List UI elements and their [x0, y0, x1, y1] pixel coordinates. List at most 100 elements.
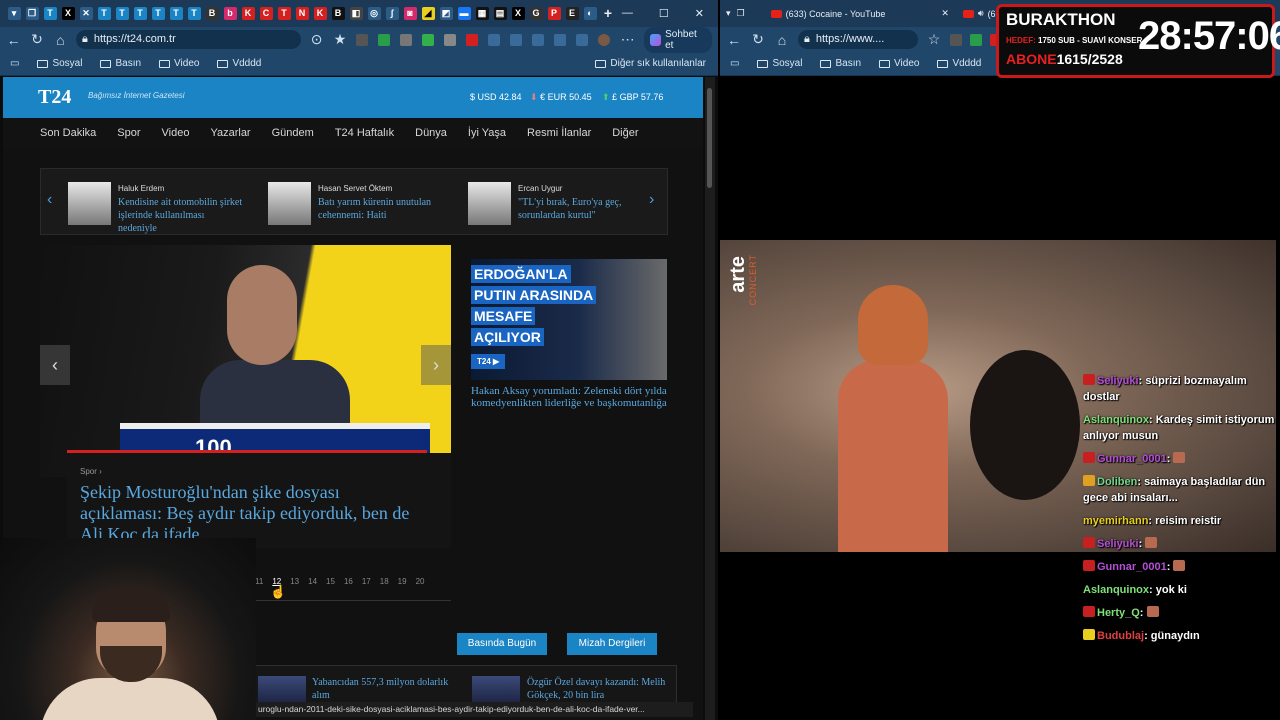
- tab-t24-3[interactable]: T: [115, 7, 129, 20]
- hero-image[interactable]: 100 ‹ ›: [40, 245, 451, 477]
- profile-avatar[interactable]: [597, 33, 610, 46]
- chevron-right-icon[interactable]: ›: [649, 191, 654, 209]
- tab-misc-9[interactable]: ◐: [583, 7, 597, 20]
- news-thumbnail[interactable]: [472, 676, 520, 704]
- extension-icon-5[interactable]: [443, 33, 456, 46]
- nav-item[interactable]: Gündem: [272, 127, 314, 139]
- tab-t24-2[interactable]: T: [97, 7, 111, 20]
- copilot-chat-button[interactable]: Sohbet et: [643, 26, 712, 53]
- nav-item[interactable]: Diğer: [612, 127, 638, 139]
- tab-instagram[interactable]: ◙: [403, 7, 417, 20]
- chevron-left-icon[interactable]: ‹: [47, 191, 52, 209]
- extension-icon-6[interactable]: [465, 33, 478, 46]
- tab-youtube[interactable]: (633) Cocaine - YouTube: [770, 9, 885, 19]
- more-menu-icon[interactable]: ⋯: [620, 31, 636, 48]
- tab-e[interactable]: E: [565, 7, 579, 20]
- news-title[interactable]: Özgür Özel davayı kazandı: Melih Gökçek,…: [527, 676, 677, 702]
- back-icon[interactable]: ←: [726, 32, 742, 48]
- bookmark-folder-sosyal[interactable]: Sosyal: [37, 58, 82, 69]
- nav-item[interactable]: İyi Yaşa: [468, 127, 506, 139]
- bookmark-folder-other[interactable]: Diğer sık kullanılanlar: [595, 58, 706, 69]
- tab-x2[interactable]: X: [511, 7, 525, 20]
- play-badge[interactable]: T24 ▶: [471, 354, 506, 369]
- nav-item[interactable]: Video: [162, 127, 190, 139]
- split-screen-icon[interactable]: [509, 33, 522, 46]
- favorites-icon[interactable]: [531, 33, 544, 46]
- extension-icon-4[interactable]: [421, 33, 434, 46]
- nav-item[interactable]: Resmi İlanlar: [527, 127, 591, 139]
- pager-item[interactable]: 15: [326, 577, 335, 586]
- scrollbar-thumb[interactable]: [707, 88, 712, 188]
- nav-item[interactable]: T24 Haftalık: [335, 127, 394, 139]
- pager-item[interactable]: 19: [398, 577, 407, 586]
- workspaces-icon[interactable]: ❐: [737, 8, 745, 19]
- tab-k2[interactable]: K: [313, 7, 327, 20]
- pager-item[interactable]: 20: [416, 577, 425, 586]
- bookmark-toggle-icon[interactable]: ▭: [10, 58, 19, 69]
- refresh-icon[interactable]: ↻: [29, 31, 44, 48]
- basinda-bugun-button[interactable]: Basında Bugün: [457, 633, 547, 655]
- url-input[interactable]: 🔒︎ https://t24.com.tr: [75, 30, 301, 49]
- favorite-star-icon[interactable]: ☆: [926, 31, 942, 48]
- pager-item[interactable]: 16: [344, 577, 353, 586]
- author-article-title[interactable]: Kendisine ait otomobilin şirket işlerind…: [118, 196, 243, 235]
- minimize-icon[interactable]: —: [622, 7, 633, 20]
- bookmark-folder-vdddd[interactable]: Vdddd: [937, 58, 981, 69]
- nav-item[interactable]: Spor: [117, 127, 140, 139]
- collections-icon[interactable]: [575, 33, 588, 46]
- tab-t[interactable]: T: [277, 7, 291, 20]
- tab-misc-6[interactable]: ▬: [457, 7, 471, 20]
- side-story-image[interactable]: ERDOĞAN'LA PUTIN ARASINDA MESAFE AÇILIYO…: [471, 259, 667, 380]
- site-logo[interactable]: T24: [38, 86, 71, 109]
- pager-item[interactable]: 18: [380, 577, 389, 586]
- pager-item[interactable]: 14: [308, 577, 317, 586]
- favorite-star-icon[interactable]: ★: [332, 31, 347, 48]
- extension-icon[interactable]: [970, 33, 982, 46]
- tab-t24-7[interactable]: T: [187, 7, 201, 20]
- extension-icon[interactable]: [950, 33, 962, 46]
- tab-t24-5[interactable]: T: [151, 7, 165, 20]
- tab-actions-icon[interactable]: ▾: [7, 7, 21, 20]
- slider-next-button[interactable]: ›: [421, 345, 451, 385]
- workspaces-icon[interactable]: ❐: [25, 7, 39, 20]
- bookmark-toggle-icon[interactable]: ▭: [730, 58, 739, 69]
- tab-t24-6[interactable]: T: [169, 7, 183, 20]
- tab-misc-7[interactable]: ▦: [475, 7, 489, 20]
- author-article-title[interactable]: Batı yarım kürenin unutulan cehennemi: H…: [318, 196, 443, 222]
- heart-icon[interactable]: [553, 33, 566, 46]
- tab-misc-1[interactable]: ◧: [349, 7, 363, 20]
- pager-item[interactable]: 13: [290, 577, 299, 586]
- maximize-icon[interactable]: ☐: [659, 7, 669, 20]
- bookmark-folder-basin[interactable]: Basın: [100, 58, 141, 69]
- tab-t24-1[interactable]: T: [43, 7, 57, 20]
- tab-misc-8[interactable]: ▤: [493, 7, 507, 20]
- slider-prev-button[interactable]: ‹: [40, 345, 70, 385]
- news-title[interactable]: Yabancıdan 557,3 milyon dolarlık alım: [312, 676, 462, 702]
- back-icon[interactable]: ←: [6, 32, 21, 48]
- pager-item[interactable]: 17: [362, 577, 371, 586]
- home-icon[interactable]: ⌂: [774, 32, 790, 48]
- pager-item[interactable]: 11: [255, 577, 263, 586]
- tab-misc-4[interactable]: ◢: [421, 7, 435, 20]
- tab-c[interactable]: C: [259, 7, 273, 20]
- side-story-caption[interactable]: Hakan Aksay yorumladı: Zelenski dört yıl…: [471, 385, 671, 409]
- close-window-icon[interactable]: ✕: [695, 7, 704, 20]
- bookmark-folder-vdddd[interactable]: Vdddd: [217, 58, 261, 69]
- refresh-icon[interactable]: ↻: [750, 31, 766, 48]
- bookmark-folder-video[interactable]: Video: [159, 58, 199, 69]
- nav-item[interactable]: Yazarlar: [210, 127, 250, 139]
- extension-icon-1[interactable]: [355, 33, 368, 46]
- tab-b[interactable]: B: [205, 7, 219, 20]
- nav-item[interactable]: Son Dakika: [40, 127, 96, 139]
- hero-headline[interactable]: Şekip Mosturoğlu'ndan şike dosyası açıkl…: [80, 482, 410, 546]
- close-tab-icon[interactable]: ✕: [79, 7, 93, 20]
- mizah-dergileri-button[interactable]: Mizah Dergileri: [567, 633, 657, 655]
- tab-misc-3[interactable]: ∫: [385, 7, 399, 20]
- tab-x[interactable]: X: [61, 7, 75, 20]
- tab-g[interactable]: G: [529, 7, 543, 20]
- bookmark-folder-basin[interactable]: Basın: [820, 58, 861, 69]
- tab-b3[interactable]: B: [331, 7, 345, 20]
- extension-icon-3[interactable]: [399, 33, 412, 46]
- tab-k[interactable]: K: [241, 7, 255, 20]
- news-thumbnail[interactable]: [258, 676, 306, 704]
